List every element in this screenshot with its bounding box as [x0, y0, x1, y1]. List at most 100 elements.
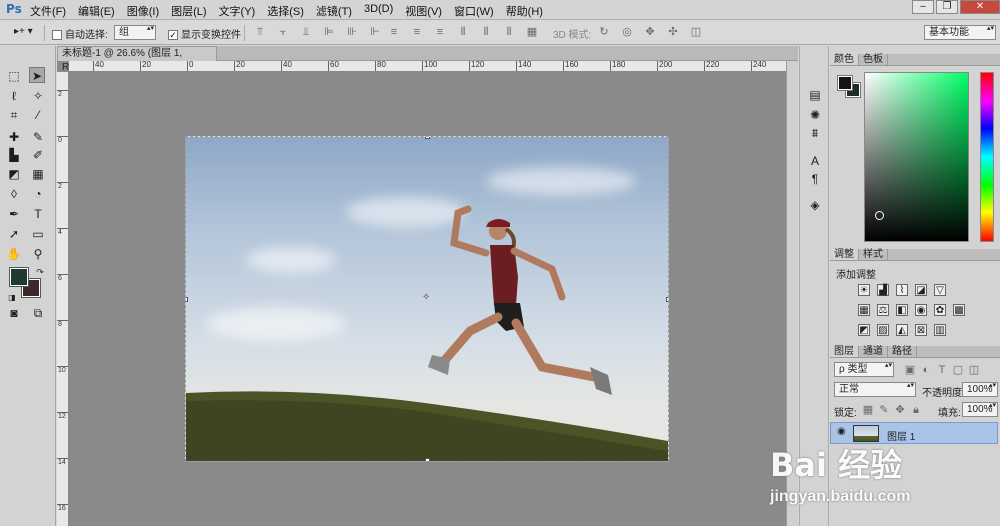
- fill-field[interactable]: 100%: [962, 402, 998, 417]
- color-picker-field[interactable]: [864, 72, 969, 242]
- transform-handle[interactable]: [425, 137, 430, 139]
- hand-tool-icon[interactable]: ✋: [6, 246, 22, 262]
- color-panel-foreground[interactable]: [837, 75, 853, 91]
- show-transform-option[interactable]: 显示变换控件: [168, 26, 241, 41]
- align-hcenter-icon[interactable]: ⊪: [346, 26, 358, 38]
- 3d-roll-icon[interactable]: ◎: [621, 26, 633, 38]
- tab-channels[interactable]: 通道: [859, 346, 888, 357]
- swap-colors-icon[interactable]: ↷: [32, 264, 48, 280]
- restore-button[interactable]: ❐: [936, 0, 958, 14]
- zoom-tool-icon[interactable]: ⚲: [30, 246, 46, 262]
- transform-center-icon[interactable]: ✧: [422, 292, 430, 303]
- menu-filter[interactable]: 滤镜(T): [316, 3, 352, 19]
- 3d-rotate-icon[interactable]: ↻: [598, 26, 610, 38]
- hue-slider[interactable]: [980, 72, 994, 242]
- menu-view[interactable]: 视图(V): [405, 3, 442, 19]
- tab-color[interactable]: 颜色: [830, 54, 859, 65]
- layer-kind-filter[interactable]: ρ 类型: [834, 362, 894, 377]
- channel-mixer-icon[interactable]: ✿: [934, 304, 946, 316]
- filter-type-icon[interactable]: T: [936, 364, 948, 376]
- distribute-vcenter-icon[interactable]: ≡: [411, 26, 423, 38]
- menu-layer[interactable]: 图层(L): [171, 3, 206, 19]
- quick-mask-icon[interactable]: ◙: [6, 305, 22, 321]
- rectangle-tool-icon[interactable]: ▭: [30, 226, 46, 242]
- brush-tool-icon[interactable]: ✎: [30, 129, 46, 145]
- canvas-image[interactable]: ✧: [185, 136, 669, 462]
- color-balance-icon[interactable]: ⚖: [877, 304, 889, 316]
- levels-icon[interactable]: ▟: [877, 284, 889, 296]
- distribute-bottom-icon[interactable]: ≡: [434, 26, 446, 38]
- lock-pixels-icon[interactable]: ✎: [878, 404, 890, 416]
- eraser-tool-icon[interactable]: ◩: [6, 166, 22, 182]
- tab-adjustments[interactable]: 调整: [830, 249, 859, 260]
- menu-window[interactable]: 窗口(W): [454, 3, 494, 19]
- lock-all-icon[interactable]: 🔒︎: [910, 404, 922, 416]
- healing-brush-tool-icon[interactable]: ✚: [6, 129, 22, 145]
- crop-tool-icon[interactable]: ⌗: [6, 107, 22, 123]
- align-top-icon[interactable]: ⫪: [254, 26, 266, 38]
- tab-paths[interactable]: 路径: [888, 346, 917, 357]
- minimize-button[interactable]: –: [912, 0, 934, 14]
- foreground-color-swatch[interactable]: [9, 267, 29, 287]
- close-button[interactable]: ✕: [960, 0, 1000, 14]
- brush-presets-icon[interactable]: ⩩: [808, 126, 822, 140]
- posterize-icon[interactable]: ▨: [877, 324, 889, 336]
- transform-handle[interactable]: [425, 458, 430, 461]
- 3d-scale-icon[interactable]: ◫: [690, 26, 702, 38]
- menu-select[interactable]: 选择(S): [267, 3, 304, 19]
- menu-type[interactable]: 文字(Y): [219, 3, 256, 19]
- 3d-panel-icon[interactable]: ◈: [808, 198, 822, 212]
- path-selection-tool-icon[interactable]: ➚: [6, 226, 22, 242]
- menu-edit[interactable]: 编辑(E): [78, 3, 115, 19]
- vibrance-icon[interactable]: ▽: [934, 284, 946, 296]
- gradient-map-icon[interactable]: ▥: [934, 324, 946, 336]
- show-transform-checkbox[interactable]: [168, 30, 178, 41]
- lock-position-icon[interactable]: ✥: [894, 404, 906, 416]
- pen-tool-icon[interactable]: ✒: [6, 206, 22, 222]
- curves-icon[interactable]: ⌇: [896, 284, 908, 296]
- filter-adjustment-icon[interactable]: ◐: [920, 364, 932, 376]
- auto-align-icon[interactable]: ▦: [526, 26, 538, 38]
- align-left-icon[interactable]: ⊫: [323, 26, 335, 38]
- menu-image[interactable]: 图像(I): [127, 3, 159, 19]
- gradient-tool-icon[interactable]: ▦: [30, 166, 46, 182]
- magic-wand-tool-icon[interactable]: ✧: [30, 88, 46, 104]
- visibility-eye-icon[interactable]: ◉: [837, 426, 846, 437]
- default-colors-icon[interactable]: ◨: [4, 290, 20, 306]
- screen-mode-icon[interactable]: ⧉: [30, 305, 46, 321]
- menu-file[interactable]: 文件(F): [30, 3, 66, 19]
- lasso-tool-icon[interactable]: ℓ: [6, 88, 22, 104]
- history-panel-icon[interactable]: ▤: [808, 88, 822, 102]
- invert-icon[interactable]: ◩: [858, 324, 870, 336]
- align-bottom-icon[interactable]: ⫫: [300, 26, 312, 38]
- filter-shape-icon[interactable]: ▢: [952, 364, 964, 376]
- black-white-icon[interactable]: ◧: [896, 304, 908, 316]
- paragraph-panel-icon[interactable]: ¶: [808, 172, 822, 186]
- brightness-icon[interactable]: ☀: [858, 284, 870, 296]
- dodge-tool-icon[interactable]: ◔: [30, 186, 46, 202]
- tab-layers[interactable]: 图层: [830, 346, 859, 357]
- distribute-top-icon[interactable]: ≡: [388, 26, 400, 38]
- align-right-icon[interactable]: ⊩: [369, 26, 381, 38]
- auto-select-option[interactable]: 自动选择:: [52, 26, 108, 41]
- filter-pixel-icon[interactable]: ▣: [904, 364, 916, 376]
- history-brush-tool-icon[interactable]: ✐: [30, 147, 46, 163]
- actions-panel-icon[interactable]: ✺: [808, 108, 822, 122]
- workspace-dropdown[interactable]: 基本功能: [924, 25, 996, 40]
- photo-filter-icon[interactable]: ◉: [915, 304, 927, 316]
- menu-help[interactable]: 帮助(H): [506, 3, 543, 19]
- transform-handle[interactable]: [666, 297, 668, 302]
- opacity-field[interactable]: 100%: [962, 382, 998, 397]
- distribute-left-icon[interactable]: ⦀: [457, 26, 469, 38]
- type-tool-icon[interactable]: T: [30, 206, 46, 222]
- picker-cursor[interactable]: [875, 211, 884, 220]
- menu-3d[interactable]: 3D(D): [364, 3, 393, 19]
- 3d-slide-icon[interactable]: ✣: [667, 26, 679, 38]
- marquee-tool-icon[interactable]: ⬚: [6, 68, 22, 84]
- filter-smart-icon[interactable]: ◫: [968, 364, 980, 376]
- color-lookup-icon[interactable]: ▩: [953, 304, 965, 316]
- distribute-hcenter-icon[interactable]: ⦀: [480, 26, 492, 38]
- threshold-icon[interactable]: ◭: [896, 324, 908, 336]
- eyedropper-tool-icon[interactable]: ⁄: [30, 107, 46, 123]
- align-vcenter-icon[interactable]: ⫟: [277, 26, 289, 38]
